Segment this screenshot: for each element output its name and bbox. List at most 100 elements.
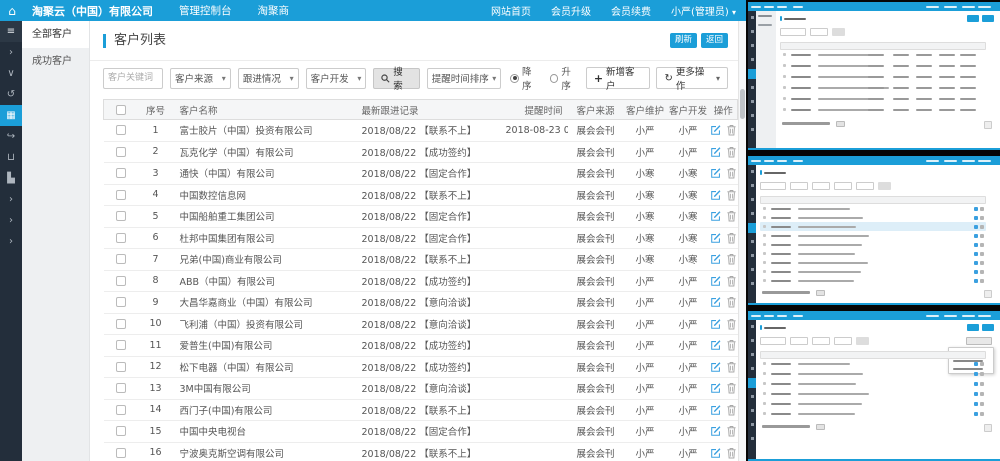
delete-icon[interactable] — [726, 361, 737, 373]
follow-up-select[interactable]: 跟进情况▾ — [238, 68, 299, 89]
delete-icon[interactable] — [726, 253, 737, 265]
delete-icon[interactable] — [726, 167, 737, 179]
table-row: 9大昌华嘉商业（中国）有限公司2018/08/22 【意向洽谈】展会会刊小严小严 — [104, 292, 738, 314]
row-checkbox[interactable] — [116, 168, 126, 178]
edit-icon[interactable] — [710, 124, 722, 136]
edit-icon[interactable] — [710, 382, 722, 394]
customer-source-select[interactable]: 客户来源▾ — [170, 68, 231, 89]
row-checkbox[interactable] — [116, 362, 126, 372]
edit-icon[interactable] — [710, 167, 722, 179]
undo-icon[interactable]: ↺ — [0, 84, 22, 105]
chevron-right-icon[interactable]: › — [0, 42, 22, 63]
edit-icon[interactable] — [710, 425, 722, 437]
user-menu[interactable]: 小严(管理员) ▾ — [671, 3, 736, 18]
edit-icon[interactable] — [710, 146, 722, 158]
back-button[interactable]: 返回 — [701, 33, 728, 48]
row-checkbox[interactable] — [116, 233, 126, 243]
customer-developer: 小严 — [667, 335, 710, 357]
row-serial: 2 — [138, 141, 174, 163]
delete-icon[interactable] — [726, 189, 737, 201]
reminder-sort-select[interactable]: 提醒时间排序▾ — [427, 68, 501, 89]
row-checkbox[interactable] — [116, 276, 126, 286]
nav-member-upgrade[interactable]: 会员升级 — [551, 3, 591, 18]
row-checkbox[interactable] — [116, 426, 126, 436]
col-serial: 序号 — [138, 100, 174, 120]
nav-site-home[interactable]: 网站首页 — [491, 3, 531, 18]
more-actions-button[interactable]: ↻更多操作▾ — [656, 67, 728, 89]
sidebar-item[interactable]: 成功客户 — [22, 48, 89, 75]
row-checkbox[interactable] — [116, 319, 126, 329]
mini-topbar — [748, 311, 1000, 320]
edit-icon[interactable] — [710, 339, 722, 351]
chevron-down-icon[interactable]: ∨ — [0, 63, 22, 84]
row-checkbox[interactable] — [116, 147, 126, 157]
sort-asc-radio[interactable]: 升序 — [550, 64, 580, 92]
delete-icon[interactable] — [726, 210, 737, 222]
menu-icon[interactable]: ≡ — [0, 21, 22, 42]
col-source: 客户来源 — [568, 100, 624, 120]
row-checkbox[interactable] — [116, 405, 126, 415]
delete-icon[interactable] — [726, 146, 737, 158]
edit-icon[interactable] — [710, 404, 722, 416]
customer-develop-select[interactable]: 客户开发▾ — [306, 68, 367, 89]
edit-icon[interactable] — [710, 296, 722, 308]
latest-record: 2018/08/22 【固定合作】 — [356, 421, 506, 443]
table-row: 16宁波奥克斯空调有限公司2018/08/22 【联系不上】展会会刊小严小严 — [104, 442, 738, 461]
row-checkbox[interactable] — [116, 383, 126, 393]
row-checkbox[interactable] — [116, 211, 126, 221]
delete-icon[interactable] — [726, 232, 737, 244]
nav-member-renew[interactable]: 会员续费 — [611, 3, 651, 18]
delete-icon[interactable] — [726, 447, 737, 459]
delete-icon[interactable] — [726, 124, 737, 136]
latest-record: 2018/08/22 【联系不上】 — [356, 399, 506, 421]
stats-icon[interactable]: ▙ — [0, 168, 22, 189]
sort-desc-radio[interactable]: 降序 — [510, 64, 540, 92]
sign-out-icon[interactable]: ↪ — [0, 126, 22, 147]
chevron-right-icon[interactable]: › — [0, 231, 22, 252]
reminder-time — [506, 442, 568, 461]
delete-icon[interactable] — [726, 404, 737, 416]
search-icon — [381, 74, 390, 83]
delete-icon[interactable] — [726, 318, 737, 330]
chevron-right-icon[interactable]: › — [0, 210, 22, 231]
scrollbar-thumb[interactable] — [740, 89, 745, 119]
row-checkbox[interactable] — [116, 125, 126, 135]
home-icon[interactable]: ⌂ — [0, 4, 24, 18]
latest-record: 2018/08/22 【联系不上】 — [356, 184, 506, 206]
chevron-down-icon: ▾ — [716, 74, 720, 83]
customer-list-icon[interactable]: ▦ — [0, 105, 22, 126]
delete-icon[interactable] — [726, 296, 737, 308]
delete-icon[interactable] — [726, 425, 737, 437]
reminder-time — [506, 184, 568, 206]
row-checkbox[interactable] — [116, 448, 126, 458]
delete-icon[interactable] — [726, 382, 737, 394]
row-checkbox[interactable] — [116, 340, 126, 350]
row-checkbox[interactable] — [116, 297, 126, 307]
select-all-checkbox[interactable] — [116, 105, 126, 115]
trash-icon[interactable]: ⊔ — [0, 147, 22, 168]
table-header-row: 序号 客户名称 最新跟进记录 提醒时间 客户来源 客户维护 客户开发 操作 — [104, 100, 738, 120]
vertical-scrollbar[interactable] — [738, 21, 746, 461]
edit-icon[interactable] — [710, 275, 722, 287]
edit-icon[interactable] — [710, 361, 722, 373]
edit-icon[interactable] — [710, 447, 722, 459]
edit-icon[interactable] — [710, 210, 722, 222]
edit-icon[interactable] — [710, 253, 722, 265]
edit-icon[interactable] — [710, 318, 722, 330]
edit-icon[interactable] — [710, 232, 722, 244]
search-button[interactable]: 搜索 — [373, 68, 419, 89]
sidebar-item[interactable]: 全部客户 — [22, 21, 89, 48]
add-customer-button[interactable]: +新增客户 — [586, 67, 651, 89]
edit-icon[interactable] — [710, 189, 722, 201]
chevron-right-icon[interactable]: › — [0, 189, 22, 210]
delete-icon[interactable] — [726, 339, 737, 351]
nav-taojushang[interactable]: 淘聚商 — [258, 3, 290, 18]
row-checkbox[interactable] — [116, 190, 126, 200]
refresh-button[interactable]: 刷新 — [670, 33, 697, 48]
customer-developer: 小寒 — [667, 163, 710, 185]
screenshot-thumbnail — [748, 311, 1000, 461]
row-checkbox[interactable] — [116, 254, 126, 264]
nav-admin-console[interactable]: 管理控制台 — [179, 3, 232, 18]
delete-icon[interactable] — [726, 275, 737, 287]
keyword-input[interactable] — [103, 68, 163, 89]
